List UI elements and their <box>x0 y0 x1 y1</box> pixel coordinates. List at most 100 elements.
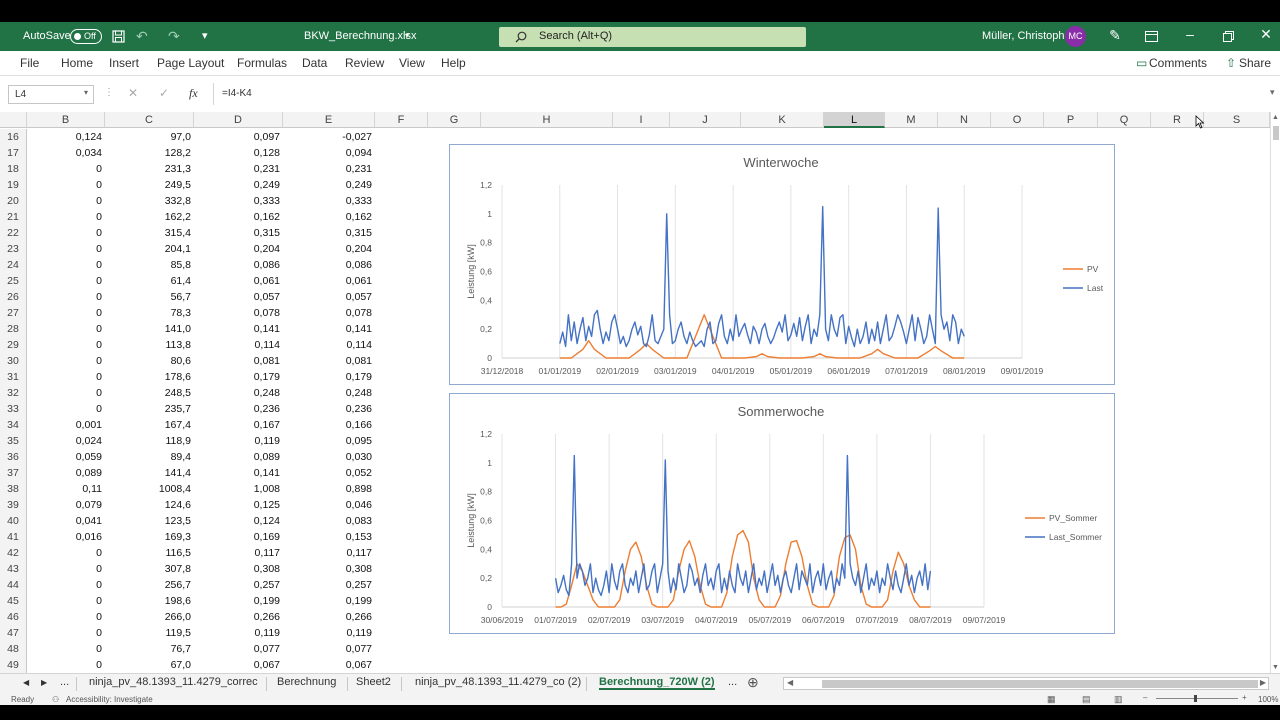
insert-function-icon[interactable]: fx <box>189 86 198 101</box>
cell-b[interactable]: 0 <box>27 289 105 305</box>
column-header[interactable]: G <box>428 112 481 128</box>
cell-b[interactable]: 0 <box>27 321 105 337</box>
cell-c[interactable]: 169,3 <box>105 529 194 545</box>
cell-d[interactable]: 0,077 <box>194 641 283 657</box>
cell-e[interactable]: 0,067 <box>283 657 375 673</box>
cell-b[interactable]: 0 <box>27 225 105 241</box>
cell-d[interactable]: 0,086 <box>194 257 283 273</box>
cell-c[interactable]: 204,1 <box>105 241 194 257</box>
cell-d[interactable]: 0,333 <box>194 193 283 209</box>
sheet-tab[interactable]: ninja_pv_48.1393_11.4279_co (2) <box>415 676 581 688</box>
cell-d[interactable]: 0,117 <box>194 545 283 561</box>
cell-d[interactable]: 0,266 <box>194 609 283 625</box>
row-header[interactable]: 33 <box>0 401 27 417</box>
comments-button[interactable]: Comments <box>1149 56 1207 70</box>
cell-e[interactable]: 0,114 <box>283 337 375 353</box>
row-header[interactable]: 49 <box>0 657 27 673</box>
chart-winterwoche[interactable]: Winterwoche 31/12/2018 01/01/2019 02/01/201… <box>449 144 1115 385</box>
close-icon[interactable]: ✕ <box>1257 26 1275 43</box>
share-button[interactable]: Share <box>1239 56 1271 70</box>
cell-c[interactable]: 76,7 <box>105 641 194 657</box>
cell-b[interactable]: 0,079 <box>27 497 105 513</box>
chart-sommerwoche[interactable]: Sommerwoche 30/06/2019 01/07/2019 02/07/201… <box>449 393 1115 634</box>
page-break-view-icon[interactable]: ▥ <box>1114 694 1123 705</box>
cell-b[interactable]: 0,034 <box>27 145 105 161</box>
cell-d[interactable]: 0,097 <box>194 129 283 145</box>
more-options-icon[interactable]: ⋮ <box>104 87 114 98</box>
cell-b[interactable]: 0,089 <box>27 465 105 481</box>
pen-icon[interactable]: ✎ <box>1106 27 1124 44</box>
column-header[interactable]: F <box>375 112 428 128</box>
cell-c[interactable]: 89,4 <box>105 449 194 465</box>
cell-c[interactable]: 67,0 <box>105 657 194 673</box>
row-header[interactable]: 48 <box>0 641 27 657</box>
row-header[interactable]: 31 <box>0 369 27 385</box>
cell-c[interactable]: 141,4 <box>105 465 194 481</box>
cell-d[interactable]: 0,119 <box>194 433 283 449</box>
column-header[interactable]: B <box>27 112 105 128</box>
file-name[interactable]: BKW_Berechnung.xlsx <box>304 30 417 42</box>
row-header[interactable]: 36 <box>0 449 27 465</box>
tab-scroll-left-icon[interactable]: ◀ <box>23 678 29 687</box>
row-header[interactable]: 24 <box>0 257 27 273</box>
cell-d[interactable]: 0,308 <box>194 561 283 577</box>
row-header[interactable]: 19 <box>0 177 27 193</box>
cell-c[interactable]: 315,4 <box>105 225 194 241</box>
cell-b[interactable]: 0 <box>27 401 105 417</box>
ribbon-display-icon[interactable] <box>1145 31 1158 42</box>
cell-b[interactable]: 0 <box>27 337 105 353</box>
autosave-toggle[interactable]: Off <box>70 29 102 44</box>
cell-e[interactable]: 0,898 <box>283 481 375 497</box>
row-header[interactable]: 22 <box>0 225 27 241</box>
cell-c[interactable]: 162,2 <box>105 209 194 225</box>
worksheet-grid[interactable]: B C D E F G H I J K L M N O P Q R S 16 0,… <box>0 112 1270 673</box>
cell-d[interactable]: 0,057 <box>194 289 283 305</box>
scroll-left-icon[interactable]: ◀ <box>787 678 793 687</box>
cell-c[interactable]: 85,8 <box>105 257 194 273</box>
row-header[interactable]: 29 <box>0 337 27 353</box>
row-header[interactable]: 37 <box>0 465 27 481</box>
column-header[interactable]: M <box>885 112 938 128</box>
column-header[interactable]: S <box>1204 112 1270 128</box>
cell-c[interactable]: 332,8 <box>105 193 194 209</box>
menu-home[interactable]: Home <box>61 56 93 70</box>
row-header[interactable]: 32 <box>0 385 27 401</box>
cell-c[interactable]: 231,3 <box>105 161 194 177</box>
cell-e[interactable]: 0,081 <box>283 353 375 369</box>
cell-e[interactable]: 0,153 <box>283 529 375 545</box>
row-header[interactable]: 46 <box>0 609 27 625</box>
cell-c[interactable]: 1008,4 <box>105 481 194 497</box>
menu-file[interactable]: File <box>20 56 39 70</box>
column-header[interactable]: I <box>613 112 670 128</box>
column-header-selected[interactable]: L <box>824 112 885 128</box>
cell-c[interactable]: 97,0 <box>105 129 194 145</box>
cell-c[interactable]: 256,7 <box>105 577 194 593</box>
vertical-scrollbar[interactable]: ▲ ▼ <box>1270 112 1280 673</box>
minimize-icon[interactable]: – <box>1181 26 1199 42</box>
menu-page-layout[interactable]: Page Layout <box>157 56 224 70</box>
cell-e[interactable]: 0,333 <box>283 193 375 209</box>
cell-e[interactable]: 0,308 <box>283 561 375 577</box>
restore-icon[interactable] <box>1223 31 1234 42</box>
cell-b[interactable]: 0,001 <box>27 417 105 433</box>
cell-d[interactable]: 0,119 <box>194 625 283 641</box>
cell-b[interactable]: 0 <box>27 577 105 593</box>
row-header[interactable]: 18 <box>0 161 27 177</box>
cell-b[interactable]: 0 <box>27 657 105 673</box>
cell-d[interactable]: 0,249 <box>194 177 283 193</box>
cell-d[interactable]: 0,167 <box>194 417 283 433</box>
cell-e[interactable]: 0,095 <box>283 433 375 449</box>
column-header[interactable]: O <box>991 112 1044 128</box>
scroll-thumb[interactable] <box>1273 126 1279 140</box>
cell-d[interactable]: 1,008 <box>194 481 283 497</box>
cell-d[interactable]: 0,199 <box>194 593 283 609</box>
zoom-slider-thumb[interactable] <box>1194 695 1197 702</box>
cell-c[interactable]: 124,6 <box>105 497 194 513</box>
cell-d[interactable]: 0,315 <box>194 225 283 241</box>
column-header[interactable]: P <box>1044 112 1098 128</box>
tab-scroll-right-icon[interactable]: ▶ <box>41 678 47 687</box>
menu-view[interactable]: View <box>399 56 425 70</box>
cell-e[interactable]: 0,086 <box>283 257 375 273</box>
row-header[interactable]: 16 <box>0 129 27 145</box>
cell-b[interactable]: 0 <box>27 209 105 225</box>
